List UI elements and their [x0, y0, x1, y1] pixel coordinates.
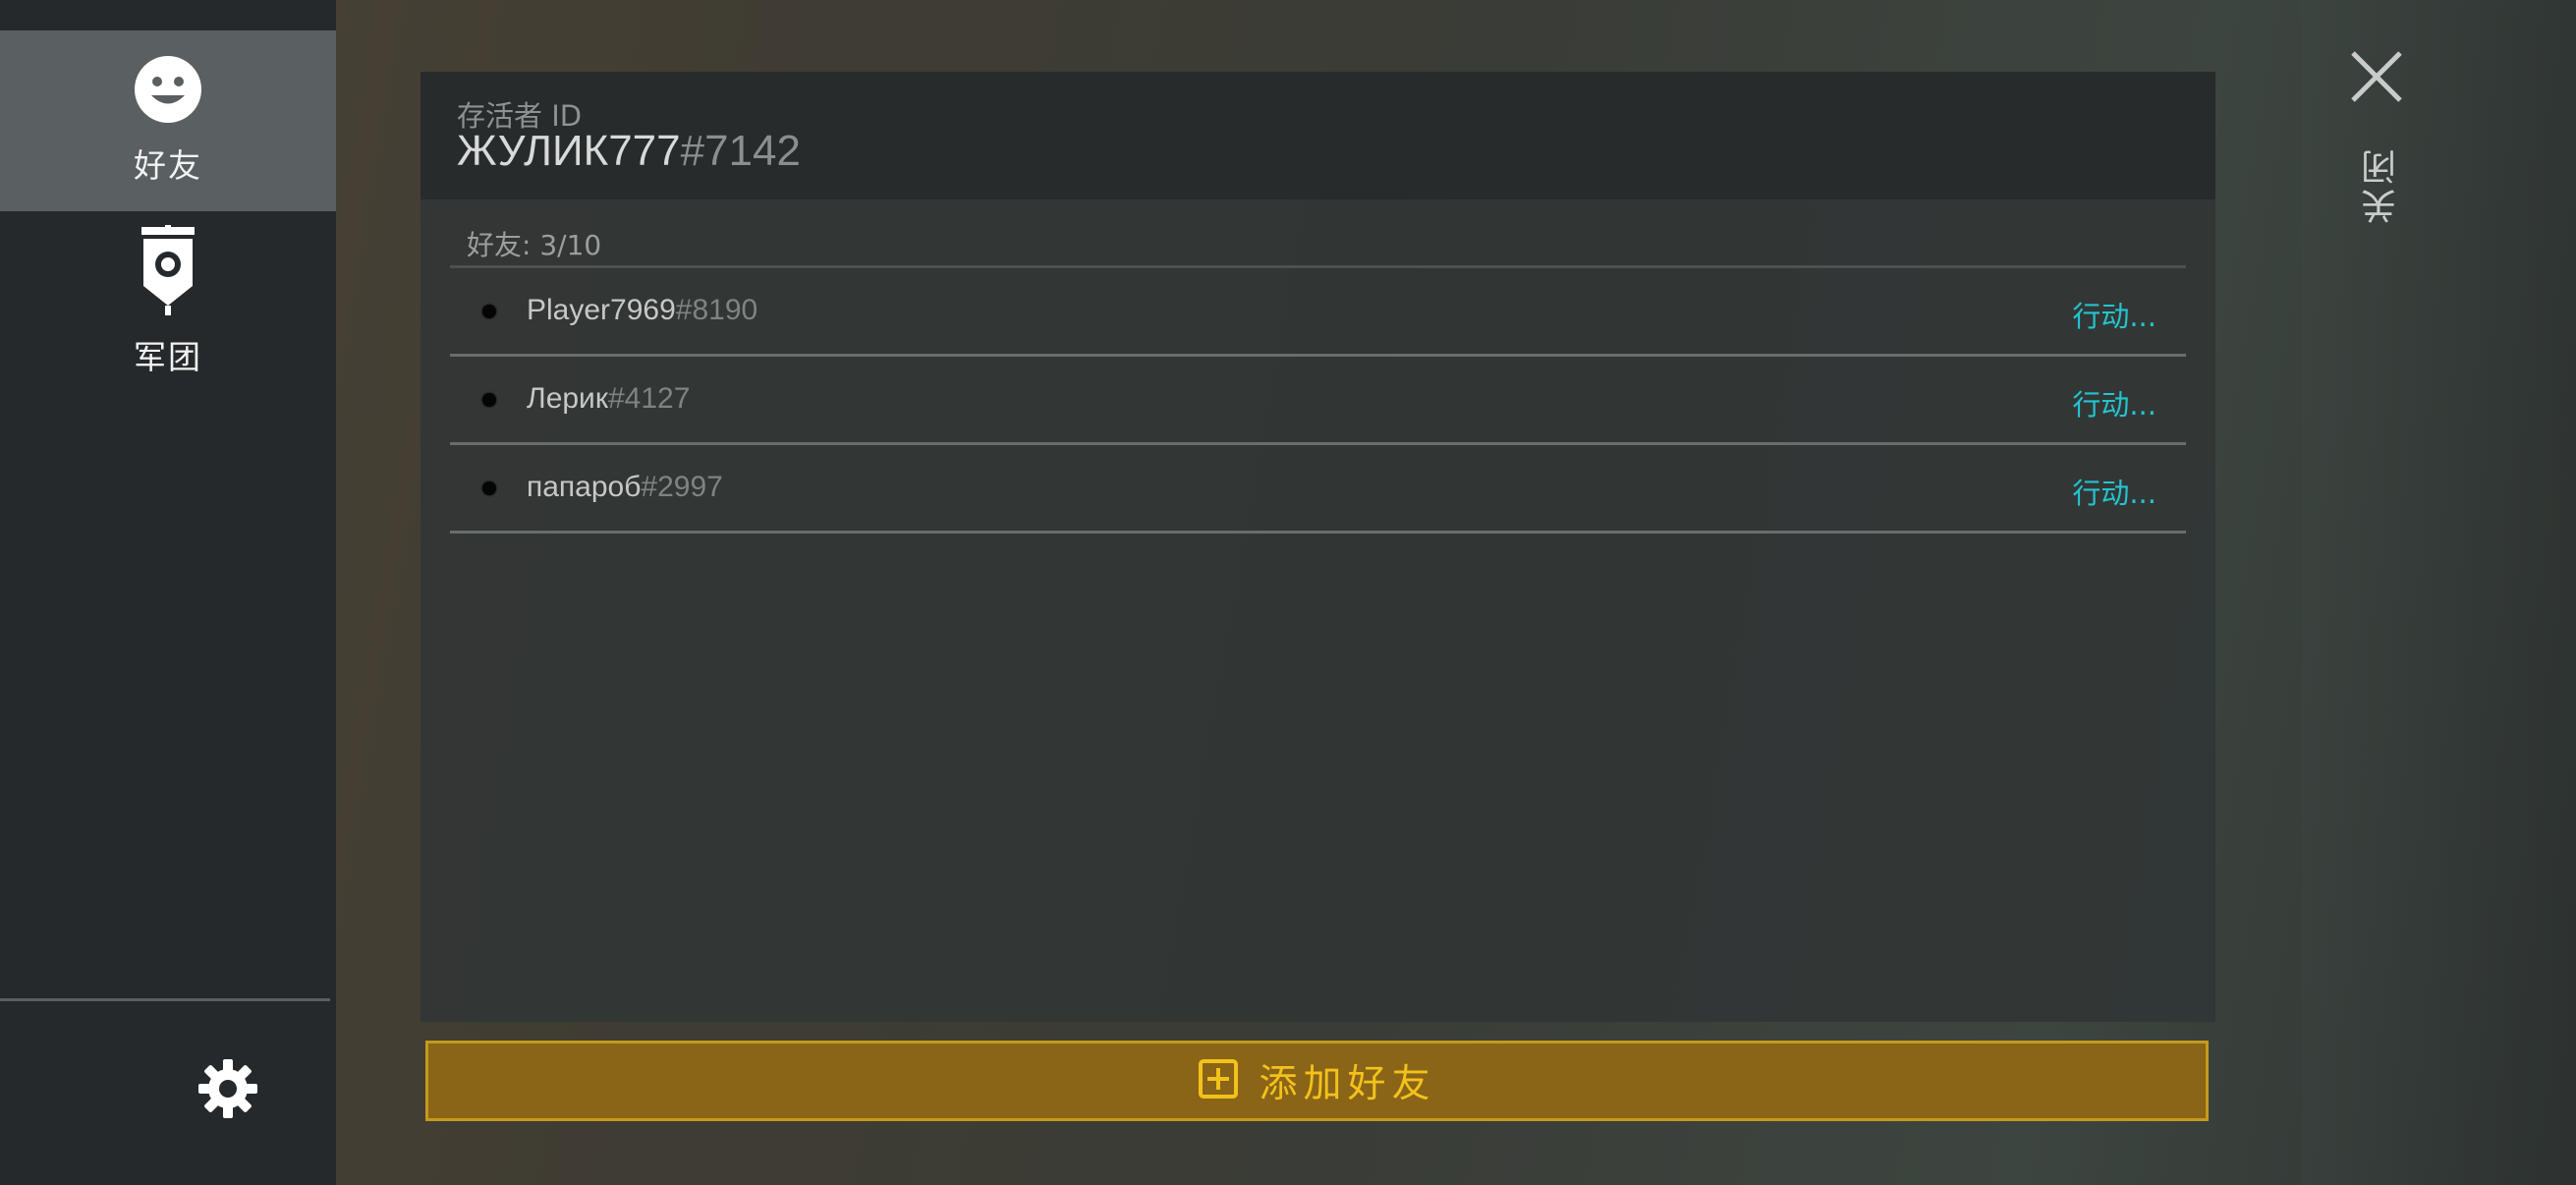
- plus-square-icon: [1198, 1058, 1239, 1103]
- friend-action-link[interactable]: 行动...: [2072, 294, 2156, 335]
- add-friend-label: 添加好友: [1259, 1062, 1436, 1106]
- friend-name: Player7969#8190: [527, 294, 757, 327]
- friend-row[interactable]: Лерик#4127 行动...: [450, 357, 2186, 445]
- player-tag: #7142: [680, 127, 801, 175]
- sidebar: 好友 军团: [0, 0, 336, 1185]
- friend-username: папароб: [527, 471, 642, 503]
- friend-tag: #8190: [675, 294, 758, 326]
- friend-action-link[interactable]: 行动...: [2072, 382, 2156, 423]
- friend-tag: #2997: [641, 471, 723, 503]
- status-dot-icon: [482, 393, 496, 407]
- gear-icon: [196, 1057, 259, 1124]
- friend-list: Player7969#8190 行动... Лерик#4127 行动... п…: [450, 265, 2186, 534]
- friend-name: папароб#2997: [527, 471, 723, 504]
- clan-banner-icon: [138, 225, 198, 319]
- game-screen: 好友 军团 存活者 ID ЖУЛИК777#7142 好友: 3/10 Play…: [0, 0, 2576, 1185]
- sidebar-divider: [0, 998, 330, 1001]
- right-background-strip: [2301, 0, 2576, 1185]
- smiley-icon: [134, 55, 202, 128]
- close-icon: [2347, 51, 2406, 110]
- friend-row[interactable]: Player7969#8190 行动...: [450, 268, 2186, 357]
- friend-username: Player7969: [527, 294, 676, 326]
- friend-username: Лерик: [527, 382, 608, 415]
- status-dot-icon: [482, 481, 496, 495]
- close-label[interactable]: 关闭: [2357, 145, 2402, 224]
- survivor-id-header: 存活者 ID ЖУЛИК777#7142: [420, 72, 2215, 199]
- friends-panel: 存活者 ID ЖУЛИК777#7142 好友: 3/10 Player7969…: [420, 72, 2215, 1022]
- sidebar-item-label: 军团: [134, 338, 202, 376]
- sidebar-item-clan[interactable]: 军团: [0, 211, 336, 392]
- friend-action-link[interactable]: 行动...: [2072, 471, 2156, 512]
- friend-tag: #4127: [607, 382, 691, 415]
- status-dot-icon: [482, 305, 496, 318]
- friends-count: 好友: 3/10: [467, 229, 602, 261]
- friend-name: Лерик#4127: [527, 382, 690, 416]
- survivor-id: ЖУЛИК777#7142: [457, 127, 801, 176]
- player-name: ЖУЛИК777: [457, 127, 681, 175]
- settings-button[interactable]: [193, 1055, 263, 1126]
- add-friend-button[interactable]: 添加好友: [425, 1041, 2209, 1121]
- friend-row[interactable]: папароб#2997 行动...: [450, 445, 2186, 534]
- close-button[interactable]: [2347, 47, 2406, 106]
- sidebar-item-friends[interactable]: 好友: [0, 30, 336, 211]
- sidebar-item-label: 好友: [134, 146, 202, 185]
